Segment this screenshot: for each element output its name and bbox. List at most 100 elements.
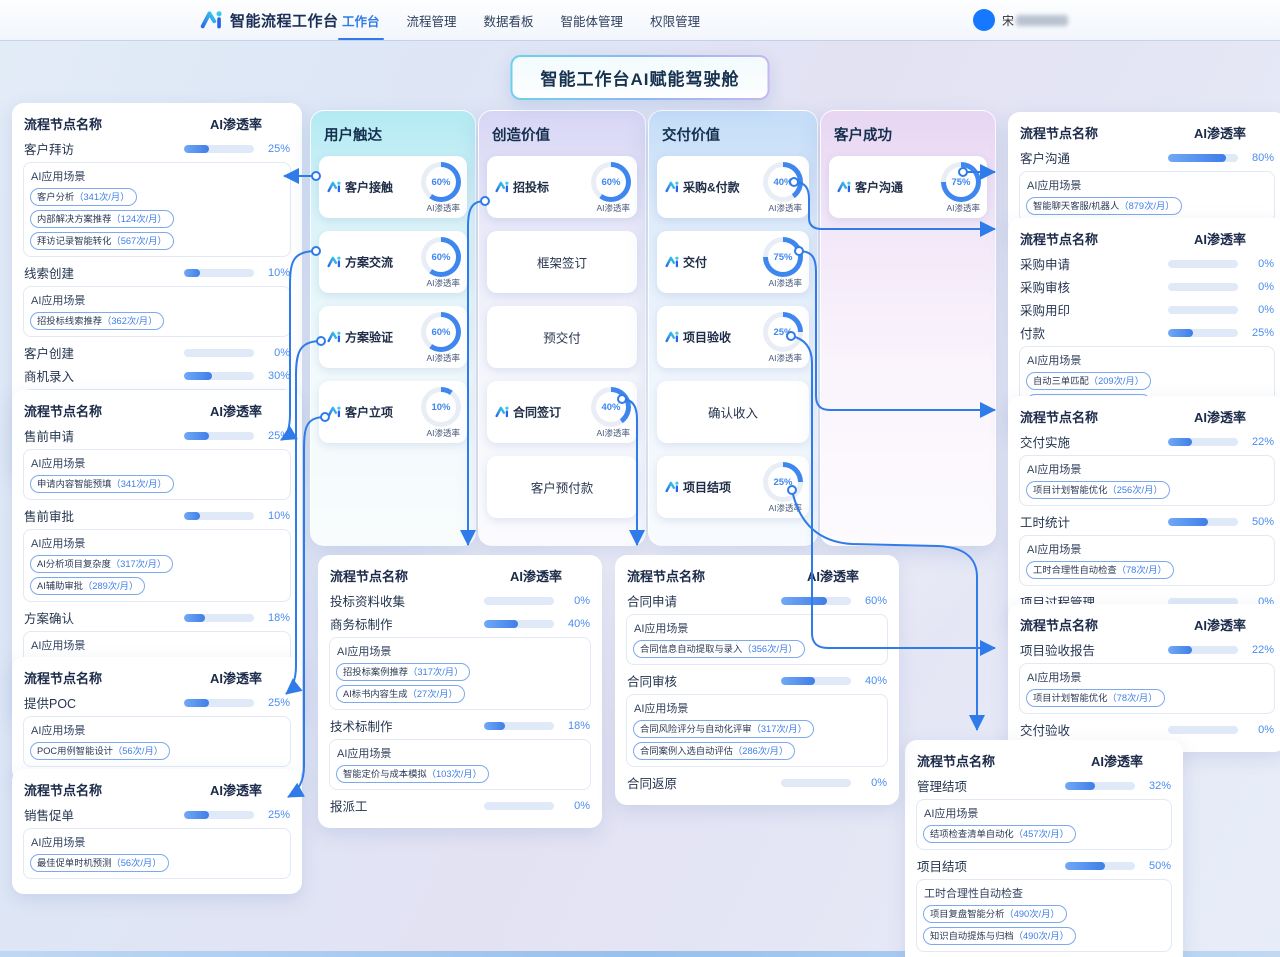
scenario-pill[interactable]: 最佳促单时机预测（56次/月） bbox=[30, 854, 169, 872]
scenario-pill[interactable]: 拜访记录智能转化（567次/月） bbox=[30, 232, 174, 250]
ai-penetration-bar bbox=[184, 614, 254, 622]
ai-penetration-bar bbox=[781, 677, 851, 685]
scenario-pill[interactable]: 合同案例入选自动评估（286次/月） bbox=[633, 742, 795, 760]
node-label: 确认收入 bbox=[708, 403, 758, 422]
scenario-pill[interactable]: 智能定价与成本模拟（103次/月） bbox=[336, 765, 489, 783]
process-stage-node[interactable]: 框架签订 bbox=[487, 231, 637, 293]
process-row: 商务标制作40% bbox=[330, 614, 590, 633]
scenario-pill[interactable]: 申请内容智能预填（341次/月） bbox=[30, 475, 174, 493]
process-stage-node[interactable]: 合同签订40%AI渗透率 bbox=[487, 381, 637, 443]
process-row: 项目结项50% bbox=[917, 856, 1171, 875]
scenario-pill[interactable]: 招投标案例推荐（317次/月） bbox=[336, 663, 470, 681]
scenario-pill[interactable]: AI标书内容生成（27次/月） bbox=[336, 685, 465, 703]
process-stage-node[interactable]: 预交付 bbox=[487, 306, 637, 368]
scenario-pill[interactable]: POC用例智能设计（56次/月） bbox=[30, 742, 170, 760]
ai-penetration-donut: 60% bbox=[421, 237, 461, 277]
scenario-pill[interactable]: 内部解决方案推荐（124次/月） bbox=[30, 210, 174, 228]
process-stage-node[interactable]: 交付75%AI渗透率 bbox=[657, 231, 809, 293]
scenario-pill[interactable]: AI分析项目复杂度（317次/月） bbox=[30, 555, 173, 573]
ai-penetration-bar bbox=[184, 349, 254, 357]
scenario-pill-list: 智能聊天客服/机器人（879次/月） bbox=[1026, 197, 1268, 215]
donut-label: AI渗透率 bbox=[768, 502, 802, 514]
donut-label: AI渗透率 bbox=[426, 202, 460, 214]
process-stage-node[interactable]: 招投标60%AI渗透率 bbox=[487, 156, 637, 218]
scenario-pill[interactable]: 智能聊天客服/机器人（879次/月） bbox=[1026, 197, 1182, 215]
ai-scenario-box: AI应用场景项目计划智能优化（256次/月） bbox=[1019, 455, 1275, 506]
process-stage-node[interactable]: 方案验证60%AI渗透率 bbox=[319, 306, 467, 368]
process-row: 工时统计50% bbox=[1020, 512, 1274, 531]
ai-penetration-bar bbox=[1168, 646, 1238, 654]
donut-value: 60% bbox=[421, 162, 461, 202]
ai-scenario-box: AI应用场景POC用例智能设计（56次/月） bbox=[23, 716, 291, 767]
ai-penetration-bar bbox=[484, 597, 554, 605]
scenario-pill[interactable]: 结项检查清单自动化（457次/月） bbox=[923, 825, 1076, 843]
ai-scenario-box: AI应用场景最佳促单时机预测（56次/月） bbox=[23, 828, 291, 879]
scenario-pill[interactable]: 合同信息自动提取与录入（356次/月） bbox=[633, 640, 805, 658]
ai-penetration-value: 40% bbox=[857, 675, 887, 687]
process-row: 投标资料收集0% bbox=[330, 591, 590, 610]
node-label: 框架签订 bbox=[537, 253, 587, 272]
ai-penetration-bar-fill bbox=[184, 811, 209, 819]
ai-scenario-box: AI应用场景申请内容智能预填（341次/月） bbox=[23, 449, 291, 500]
ai-penetration-bar bbox=[1168, 518, 1238, 526]
process-stage-node[interactable]: 项目结项25%AI渗透率 bbox=[657, 456, 809, 518]
stage-title: 创造价值 bbox=[492, 124, 632, 145]
nav-tab-workbench[interactable]: 工作台 bbox=[342, 0, 380, 40]
ai-penetration-bar-fill bbox=[184, 372, 212, 380]
scenario-pill[interactable]: 自动三单匹配（209次/月） bbox=[1026, 372, 1151, 390]
process-node-name: 采购用印 bbox=[1020, 300, 1168, 319]
process-stage-node[interactable]: 客户预付款 bbox=[487, 456, 637, 518]
nav-tab-process-mgmt[interactable]: 流程管理 bbox=[407, 0, 457, 40]
ai-scenario-label: 工时合理性自动检查 bbox=[924, 885, 1164, 901]
scenario-pill[interactable]: AI辅助审批（289次/月） bbox=[30, 577, 145, 595]
process-node-name: 项目结项 bbox=[917, 856, 1065, 875]
nav-tab-agent-mgmt[interactable]: 智能体管理 bbox=[561, 0, 624, 40]
ai-scenario-label: AI应用场景 bbox=[31, 168, 283, 184]
ai-scenario-label: AI应用场景 bbox=[337, 643, 583, 659]
ai-penetration-donut: 75% bbox=[941, 162, 981, 202]
user-menu[interactable]: 宋 bbox=[973, 0, 1068, 40]
ai-penetration-bar bbox=[184, 145, 254, 153]
process-row: 采购申请0% bbox=[1020, 254, 1274, 273]
ai-rate-column-header: AI渗透率 bbox=[182, 780, 290, 799]
ai-penetration-donut: 40% bbox=[591, 387, 631, 427]
node-table-acceptance: 流程节点名称AI渗透率项目验收报告22%AI应用场景项目计划智能优化（78次/月… bbox=[1008, 604, 1280, 752]
ai-penetration-value: 22% bbox=[1244, 436, 1274, 448]
nav-tab-data-board[interactable]: 数据看板 bbox=[484, 0, 534, 40]
app-logo[interactable]: 智能流程工作台 bbox=[200, 0, 339, 40]
process-stage-node[interactable]: 确认收入 bbox=[657, 381, 809, 443]
scenario-pill[interactable]: 知识自动提炼与归档（490次/月） bbox=[923, 927, 1076, 945]
process-stage-node[interactable]: 项目验收25%AI渗透率 bbox=[657, 306, 809, 368]
process-stage-node[interactable]: 客户接触60%AI渗透率 bbox=[319, 156, 467, 218]
process-stage-node[interactable]: 采购&付款40%AI渗透率 bbox=[657, 156, 809, 218]
ai-penetration-donut: 40% bbox=[763, 162, 803, 202]
stage-title: 交付价值 bbox=[662, 124, 804, 145]
donut-label: AI渗透率 bbox=[596, 202, 630, 214]
scenario-pill[interactable]: 项目计划智能优化（256次/月） bbox=[1026, 481, 1170, 499]
process-stage-node[interactable]: 方案交流60%AI渗透率 bbox=[319, 231, 467, 293]
ai-logo-icon bbox=[200, 8, 224, 32]
process-stage-node[interactable]: 客户立项10%AI渗透率 bbox=[319, 381, 467, 443]
user-avatar[interactable] bbox=[973, 9, 995, 31]
process-stage-node[interactable]: 客户沟通75%AI渗透率 bbox=[829, 156, 987, 218]
nav-tab-permission-mgmt[interactable]: 权限管理 bbox=[650, 0, 700, 40]
ai-scenario-box: AI应用场景智能聊天客服/机器人（879次/月） bbox=[1019, 171, 1275, 222]
scenario-pill[interactable]: 项目复盘智能分析（490次/月） bbox=[923, 905, 1067, 923]
scenario-pill[interactable]: 合同风险评分与自动化评审（317次/月） bbox=[633, 720, 814, 738]
scenario-pill[interactable]: 工时合理性自动检查（78次/月） bbox=[1026, 561, 1174, 579]
process-row: 合同返原0% bbox=[627, 773, 887, 792]
ai-penetration-donut: 75% bbox=[763, 237, 803, 277]
process-row: 合同审核 40% bbox=[627, 671, 887, 690]
process-node-name: 项目验收报告 bbox=[1020, 640, 1168, 659]
scenario-pill-list: 工时合理性自动检查（78次/月） bbox=[1026, 561, 1268, 579]
ai-scenario-label: AI应用场景 bbox=[634, 620, 880, 636]
scenario-pill[interactable]: 招投标线索推荐（362次/月） bbox=[30, 312, 164, 330]
process-node-name: 合同审核 bbox=[627, 671, 781, 690]
scenario-pill[interactable]: 项目计划智能优化（78次/月） bbox=[1026, 689, 1165, 707]
scenario-pill-list: 招投标案例推荐（317次/月） AI标书内容生成（27次/月） bbox=[336, 663, 584, 703]
node-name-column-header: 流程节点名称 bbox=[1020, 615, 1166, 634]
ai-penetration-value: 50% bbox=[1244, 516, 1274, 528]
scenario-pill[interactable]: 客户分析（341次/月） bbox=[30, 188, 137, 206]
stage-create-value: 创造价值 招投标60%AI渗透率框架签订预交付合同签订40%AI渗透率客户预付款 bbox=[478, 110, 646, 546]
node-label: 招投标 bbox=[495, 179, 549, 196]
